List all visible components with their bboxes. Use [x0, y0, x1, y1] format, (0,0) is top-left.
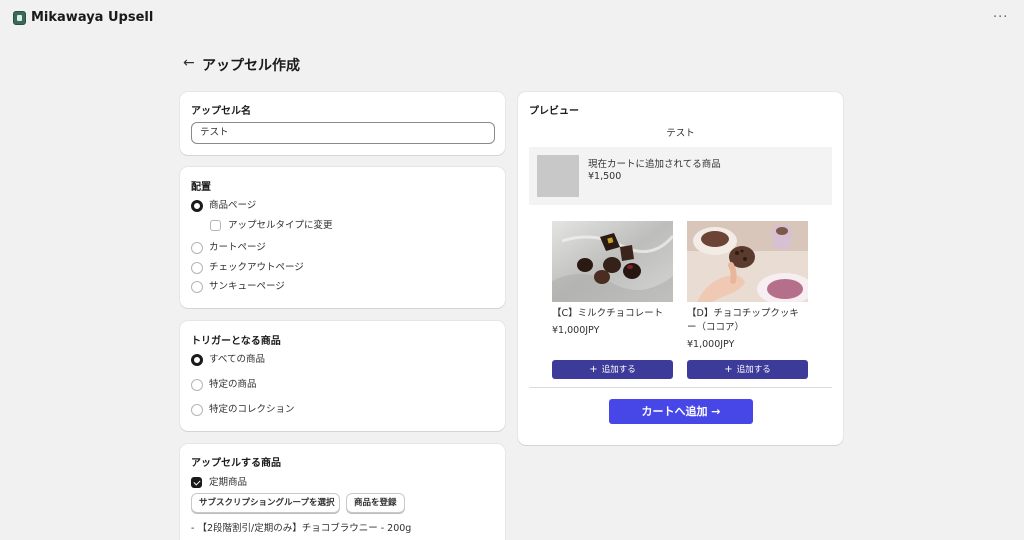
placement-title: 配置: [191, 182, 211, 193]
trigger-card: トリガーとなる商品 すべての商品 特定の商品 特定のコレクション: [180, 321, 505, 431]
current-item-label: 現在カートに追加されてる商品: [588, 159, 721, 170]
product-image-chocolate: [552, 221, 673, 302]
checkbox-label: 定期商品: [209, 477, 248, 488]
radio-selected-icon: [191, 200, 203, 212]
upsell-product-item: - 【2段階割引/定期のみ】チョコブラウニー - 200g: [191, 523, 412, 534]
radio-label: カートページ: [209, 242, 266, 253]
top-bar: Mikawaya Upsell ···: [0, 0, 1024, 38]
checkbox-label: アップセルタイプに変更: [228, 220, 333, 231]
preview-title: プレビュー: [529, 106, 579, 117]
radio-icon: [191, 281, 203, 293]
radio-label: 特定の商品: [209, 379, 257, 390]
preview-card: プレビュー テスト 現在カートに追加されてる商品 ¥1,500 【C】ミルクチョ…: [518, 92, 843, 445]
plus-icon: +: [724, 364, 733, 375]
add-button-label: 追加する: [601, 365, 636, 375]
add-to-cart-button[interactable]: カートへ追加 →: [609, 399, 753, 424]
product-price: ¥1,000JPY: [687, 339, 735, 350]
radio-icon: [191, 379, 203, 391]
add-product-button[interactable]: + 追加する: [552, 360, 673, 379]
checkbox-icon: [210, 220, 221, 231]
product-image-cookie: [687, 221, 808, 302]
upsell-name-title: アップセル名: [191, 106, 251, 117]
trigger-title: トリガーとなる商品: [191, 336, 281, 347]
ellipsis-icon[interactable]: ···: [993, 10, 1008, 25]
app-logo-icon: [13, 11, 26, 25]
add-button-label: 追加する: [736, 365, 771, 375]
add-product-button[interactable]: + 追加する: [687, 360, 808, 379]
radio-selected-icon: [191, 354, 203, 366]
current-item-price: ¥1,500: [588, 171, 622, 182]
plus-icon: +: [589, 364, 598, 375]
radio-label: 商品ページ: [209, 200, 257, 211]
radio-label: サンキューページ: [209, 281, 285, 292]
radio-icon: [191, 242, 203, 254]
page-title: アップセル作成: [202, 58, 300, 74]
radio-label: すべての商品: [209, 354, 265, 365]
preview-upsell-name: テスト: [666, 128, 695, 139]
preview-divider: [529, 387, 832, 388]
placement-card: 配置 商品ページ アップセルタイプに変更 カートページ チェックアウトページ サ…: [180, 167, 505, 308]
product-price: ¥1,000JPY: [552, 325, 600, 336]
register-product-button[interactable]: 商品を登録: [346, 493, 405, 513]
upsell-name-card: アップセル名 テスト: [180, 92, 505, 155]
app-title: Mikawaya Upsell: [31, 10, 154, 25]
upsell-products-card: アップセルする商品 定期商品 サブスクリプショングループを選択 商品を登録 - …: [180, 444, 505, 540]
select-subscription-group-button[interactable]: サブスクリプショングループを選択: [191, 493, 340, 513]
arrow-left-icon[interactable]: ←: [183, 55, 195, 71]
current-cart-item: 現在カートに追加されてる商品 ¥1,500: [529, 147, 832, 205]
radio-label: チェックアウトページ: [209, 262, 304, 273]
upsell-products-title: アップセルする商品: [191, 458, 281, 469]
product-name: 【C】ミルクチョコレート: [552, 308, 664, 319]
upsell-name-input[interactable]: テスト: [191, 122, 495, 144]
radio-icon: [191, 262, 203, 274]
checkbox-checked-icon: [191, 477, 202, 488]
radio-label: 特定のコレクション: [209, 404, 295, 415]
current-item-image: [537, 155, 579, 197]
product-name: 【D】チョコチップクッキー（ココア）: [687, 308, 799, 333]
radio-icon: [191, 404, 203, 416]
